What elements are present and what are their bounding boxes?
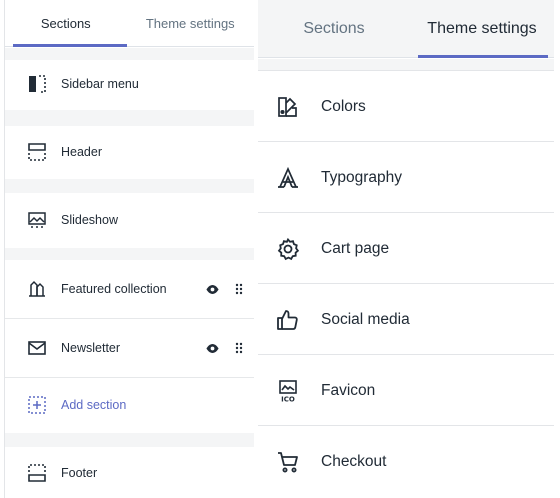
theme-settings-panel: Sections Theme settings Colors Typograph… bbox=[258, 0, 554, 498]
section-gap bbox=[5, 110, 254, 126]
drag-handle-icon[interactable] bbox=[233, 340, 245, 356]
tab-sections[interactable]: Sections bbox=[5, 0, 127, 47]
settings-item-favicon[interactable]: ICO Favicon bbox=[258, 356, 554, 426]
thumbs-up-icon bbox=[274, 306, 302, 334]
settings-label: Cart page bbox=[321, 239, 390, 257]
settings-gap bbox=[258, 59, 554, 71]
settings-item-colors[interactable]: Colors bbox=[258, 72, 554, 142]
section-gap bbox=[5, 179, 254, 193]
tab-sections[interactable]: Sections bbox=[258, 0, 410, 57]
gear-icon bbox=[274, 235, 302, 263]
section-label: Newsletter bbox=[61, 341, 121, 355]
section-gap bbox=[5, 433, 254, 447]
section-label: Sidebar menu bbox=[61, 77, 139, 91]
settings-label: Checkout bbox=[321, 453, 387, 470]
sidebar-icon bbox=[26, 73, 48, 95]
add-section-button[interactable]: Add section bbox=[5, 378, 254, 432]
favicon-icon: ICO bbox=[274, 377, 302, 405]
section-item-featured-collection[interactable]: Featured collection bbox=[5, 260, 254, 318]
drag-handle-icon[interactable] bbox=[233, 281, 245, 297]
typography-icon bbox=[274, 164, 302, 192]
cart-icon bbox=[274, 448, 302, 476]
settings-label: Social media bbox=[321, 310, 410, 328]
sections-panel: Sections Theme settings Sidebar menu Hea… bbox=[4, 0, 254, 498]
settings-label: Favicon bbox=[321, 381, 376, 399]
footer-icon bbox=[26, 462, 48, 484]
settings-item-cart-page[interactable]: Cart page bbox=[258, 214, 554, 284]
add-section-icon bbox=[26, 394, 48, 416]
tab-theme-settings[interactable]: Theme settings bbox=[127, 0, 254, 46]
settings-label: Colors bbox=[321, 97, 366, 115]
settings-item-social-media[interactable]: Social media bbox=[258, 285, 554, 355]
settings-item-checkout[interactable]: Checkout bbox=[258, 427, 554, 497]
collection-icon bbox=[26, 278, 48, 300]
section-item-header[interactable]: Header bbox=[5, 126, 254, 178]
svg-text:ICO: ICO bbox=[281, 395, 295, 403]
section-label: Featured collection bbox=[61, 282, 167, 296]
envelope-icon bbox=[26, 337, 48, 359]
section-item-newsletter[interactable]: Newsletter bbox=[5, 319, 254, 377]
section-label: Footer bbox=[61, 465, 98, 480]
theme-settings-panel-tabs: Sections Theme settings bbox=[258, 0, 554, 58]
palette-icon bbox=[274, 93, 302, 121]
section-item-footer[interactable]: Footer bbox=[5, 447, 254, 498]
settings-label: Typography bbox=[321, 168, 402, 186]
section-item-sidebar-menu[interactable]: Sidebar menu bbox=[5, 60, 254, 108]
settings-item-typography[interactable]: Typography bbox=[258, 143, 554, 213]
sections-panel-tabs: Sections Theme settings bbox=[5, 0, 254, 47]
section-gap bbox=[5, 48, 254, 60]
header-icon bbox=[26, 141, 48, 163]
slideshow-icon bbox=[26, 209, 48, 231]
eye-icon[interactable] bbox=[204, 281, 220, 297]
section-label: Slideshow bbox=[61, 213, 118, 227]
section-label: Header bbox=[61, 145, 102, 159]
eye-icon[interactable] bbox=[204, 340, 220, 356]
add-section-label: Add section bbox=[61, 398, 127, 412]
tab-theme-settings[interactable]: Theme settings bbox=[410, 0, 554, 58]
section-gap bbox=[5, 248, 254, 260]
section-item-slideshow[interactable]: Slideshow bbox=[5, 193, 254, 247]
